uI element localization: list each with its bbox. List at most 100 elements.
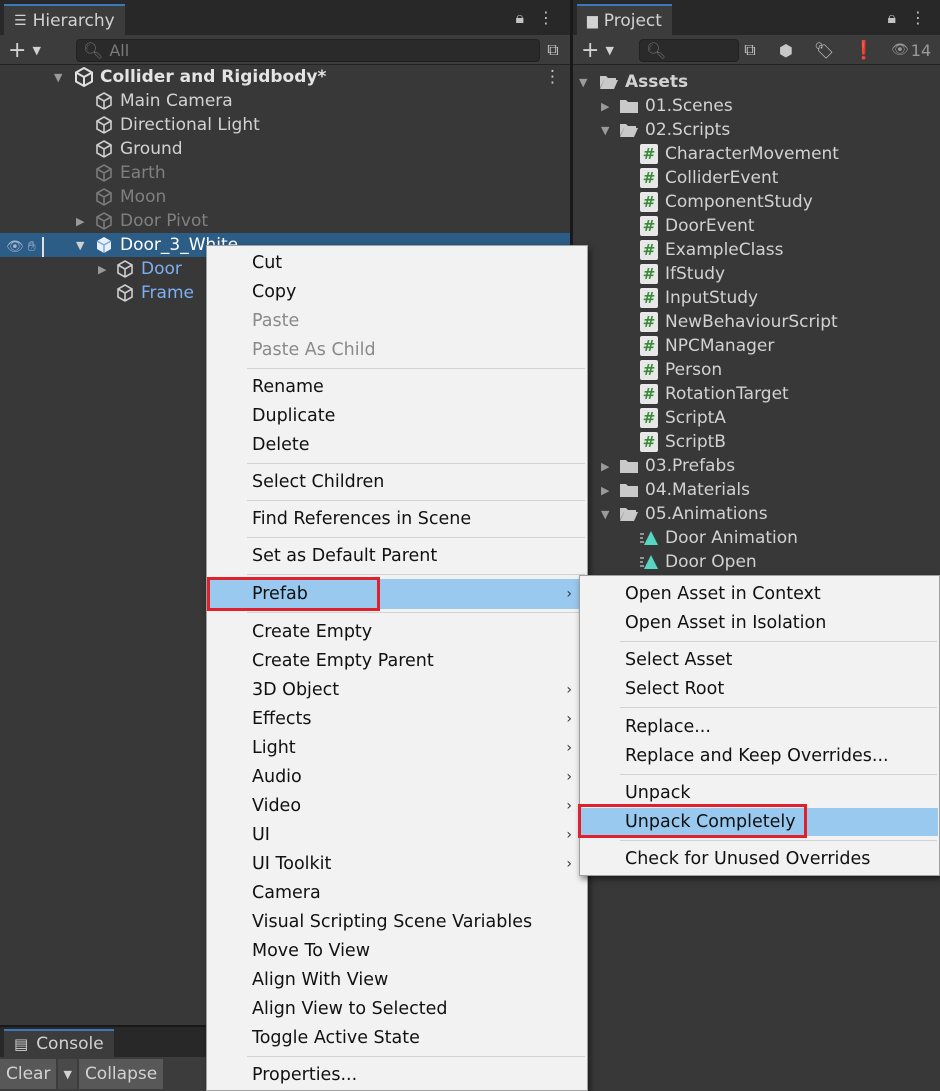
script-file-item[interactable]: # ScriptB — [573, 430, 940, 454]
menu-item-label: Open Asset in Isolation — [625, 613, 827, 633]
menu-item-label: Align View to Selected — [252, 999, 448, 1019]
script-file-item[interactable]: # NewBehaviourScript — [573, 310, 940, 334]
script-file-item[interactable]: # ColliderEvent — [573, 166, 940, 190]
menu-item-select-root[interactable]: Select Root — [581, 675, 938, 703]
eye-icon[interactable]: 👁︎ — [6, 239, 24, 255]
create-button[interactable]: + ▼ — [8, 38, 54, 63]
tree-item-animations[interactable]: ▼ 05.Animations — [573, 502, 940, 526]
filter-by-type-icon[interactable]: ⬢ — [773, 38, 799, 62]
menu-item-open-asset-in-isolation[interactable]: Open Asset in Isolation — [581, 609, 938, 637]
script-file-item[interactable]: # RotationTarget — [573, 382, 940, 406]
scene-menu-icon[interactable]: ⋮ — [544, 67, 561, 87]
hierarchy-item-moon[interactable]: Moon — [0, 185, 570, 209]
menu-item-align-view-to-selected[interactable]: Align View to Selected — [208, 995, 586, 1023]
kebab-menu-icon[interactable]: ⋮ — [910, 8, 926, 28]
tree-item-scenes[interactable]: ▶ 01.Scenes — [573, 94, 940, 118]
expand-arrow-icon[interactable]: ▼ — [76, 239, 84, 252]
expand-arrow-icon[interactable]: ▶ — [76, 215, 84, 228]
hierarchy-search[interactable]: 🔍︎ — [76, 39, 540, 62]
animation-file-item[interactable]: Door Animation — [573, 526, 940, 550]
script-file-item[interactable]: # InputStudy — [573, 286, 940, 310]
menu-item-check-unused-overrides[interactable]: Check for Unused Overrides — [581, 845, 938, 873]
tab-project[interactable]: ▆ Project — [577, 4, 672, 35]
menu-item-unpack-completely[interactable]: Unpack Completely — [581, 808, 938, 836]
clear-button[interactable]: Clear — [0, 1059, 57, 1089]
create-button[interactable]: + ▼ — [581, 38, 627, 63]
menu-item-open-asset-in-context[interactable]: Open Asset in Context — [581, 580, 938, 608]
warning-icon[interactable]: ❗ — [851, 38, 877, 62]
menu-item-visual-scripting-scene-variables[interactable]: Visual Scripting Scene Variables — [208, 908, 586, 936]
expand-arrow-icon[interactable]: ▼ — [601, 508, 609, 521]
menu-item-camera[interactable]: Camera — [208, 879, 586, 907]
chevron-right-icon: › — [566, 586, 572, 602]
menu-item-duplicate[interactable]: Duplicate — [208, 402, 586, 430]
script-file-item[interactable]: # ComponentStudy — [573, 190, 940, 214]
tree-item-prefabs[interactable]: ▶ 03.Prefabs — [573, 454, 940, 478]
expand-arrow-icon[interactable]: ▼ — [601, 124, 609, 137]
scene-row[interactable]: ▼ Collider and Rigidbody* ⋮ — [0, 65, 570, 89]
hierarchy-search-input[interactable] — [109, 41, 539, 60]
script-file-item[interactable]: # DoorEvent — [573, 214, 940, 238]
menu-item-ui-toolkit[interactable]: UI Toolkit › — [208, 850, 586, 878]
script-file-item[interactable]: # IfStudy — [573, 262, 940, 286]
project-search[interactable]: 🔍︎ — [639, 39, 739, 62]
expand-arrow-icon[interactable]: ▶ — [601, 484, 609, 497]
hierarchy-item-earth[interactable]: Earth — [0, 161, 570, 185]
hierarchy-item-ground[interactable]: Ground — [0, 137, 570, 161]
menu-item-set-default-parent[interactable]: Set as Default Parent — [208, 542, 586, 570]
menu-item-delete[interactable]: Delete — [208, 431, 586, 459]
menu-item-toggle-active-state[interactable]: Toggle Active State — [208, 1024, 586, 1052]
collapse-button[interactable]: Collapse — [78, 1059, 164, 1089]
script-file-item[interactable]: # ScriptA — [573, 406, 940, 430]
clear-options-dropdown[interactable]: ▼ — [58, 1059, 77, 1089]
menu-item-prefab[interactable]: Prefab › — [208, 579, 586, 609]
hidden-packages-toggle[interactable]: 👁︎ 14 — [891, 38, 939, 62]
filter-by-label-icon[interactable]: 🏷︎ — [811, 38, 837, 62]
tab-hierarchy[interactable]: ☰ Hierarchy — [4, 4, 125, 35]
project-search-input[interactable] — [672, 41, 738, 60]
menu-item-replace-keep-overrides[interactable]: Replace and Keep Overrides... — [581, 742, 938, 770]
tree-item-materials[interactable]: ▶ 04.Materials — [573, 478, 940, 502]
menu-item-ui[interactable]: UI › — [208, 821, 586, 849]
menu-item-move-to-view[interactable]: Move To View — [208, 937, 586, 965]
tab-console[interactable]: ▤ Console — [4, 1029, 114, 1057]
script-file-item[interactable]: # NPCManager — [573, 334, 940, 358]
script-file-item[interactable]: # ExampleClass — [573, 238, 940, 262]
menu-item-find-references[interactable]: Find References in Scene — [208, 505, 586, 533]
tree-item-assets[interactable]: ▼ Assets — [573, 70, 940, 94]
hierarchy-item-main-camera[interactable]: Main Camera — [0, 89, 570, 113]
script-file-item[interactable]: # CharacterMovement — [573, 142, 940, 166]
expand-arrow-icon[interactable]: ▼ — [54, 71, 62, 84]
expand-arrow-icon[interactable]: ▼ — [579, 76, 587, 89]
menu-item-effects[interactable]: Effects › — [208, 705, 586, 733]
lock-icon[interactable]: 🔒︎ — [887, 8, 896, 28]
lock-icon[interactable]: 🔒︎ — [515, 8, 524, 28]
menu-item-rename[interactable]: Rename — [208, 373, 586, 401]
animation-file-item[interactable]: Door Open — [573, 550, 940, 574]
menu-item-cut[interactable]: Cut — [208, 249, 586, 277]
menu-item-replace[interactable]: Replace... — [581, 713, 938, 741]
menu-item-unpack[interactable]: Unpack — [581, 779, 938, 807]
menu-item-create-empty[interactable]: Create Empty — [208, 618, 586, 646]
menu-item-properties[interactable]: Properties... — [208, 1061, 586, 1089]
script-file-item[interactable]: # Person — [573, 358, 940, 382]
menu-item-copy[interactable]: Copy — [208, 278, 586, 306]
menu-item-select-asset[interactable]: Select Asset — [581, 646, 938, 674]
menu-item-create-empty-parent[interactable]: Create Empty Parent — [208, 647, 586, 675]
expand-arrow-icon[interactable]: ▶ — [601, 100, 609, 113]
menu-item-3d-object[interactable]: 3D Object › — [208, 676, 586, 704]
tree-item-scripts[interactable]: ▼ 02.Scripts — [573, 118, 940, 142]
menu-item-light[interactable]: Light › — [208, 734, 586, 762]
menu-item-audio[interactable]: Audio › — [208, 763, 586, 791]
kebab-menu-icon[interactable]: ⋮ — [538, 8, 554, 28]
search-by-type-icon[interactable]: ⧉ — [737, 38, 763, 62]
hierarchy-item-door-pivot[interactable]: ▶ Door Pivot — [0, 209, 570, 233]
menu-item-video[interactable]: Video › — [208, 792, 586, 820]
menu-item-select-children[interactable]: Select Children — [208, 468, 586, 496]
expand-arrow-icon[interactable]: ▶ — [601, 460, 609, 473]
hierarchy-item-directional-light[interactable]: Directional Light — [0, 113, 570, 137]
menu-item-align-with-view[interactable]: Align With View — [208, 966, 586, 994]
pickable-hand-icon[interactable]: ✋︎ — [28, 239, 36, 255]
expand-arrow-icon[interactable]: ▶ — [98, 263, 106, 276]
scene-visibility-icon[interactable]: ⧉ — [540, 38, 566, 62]
